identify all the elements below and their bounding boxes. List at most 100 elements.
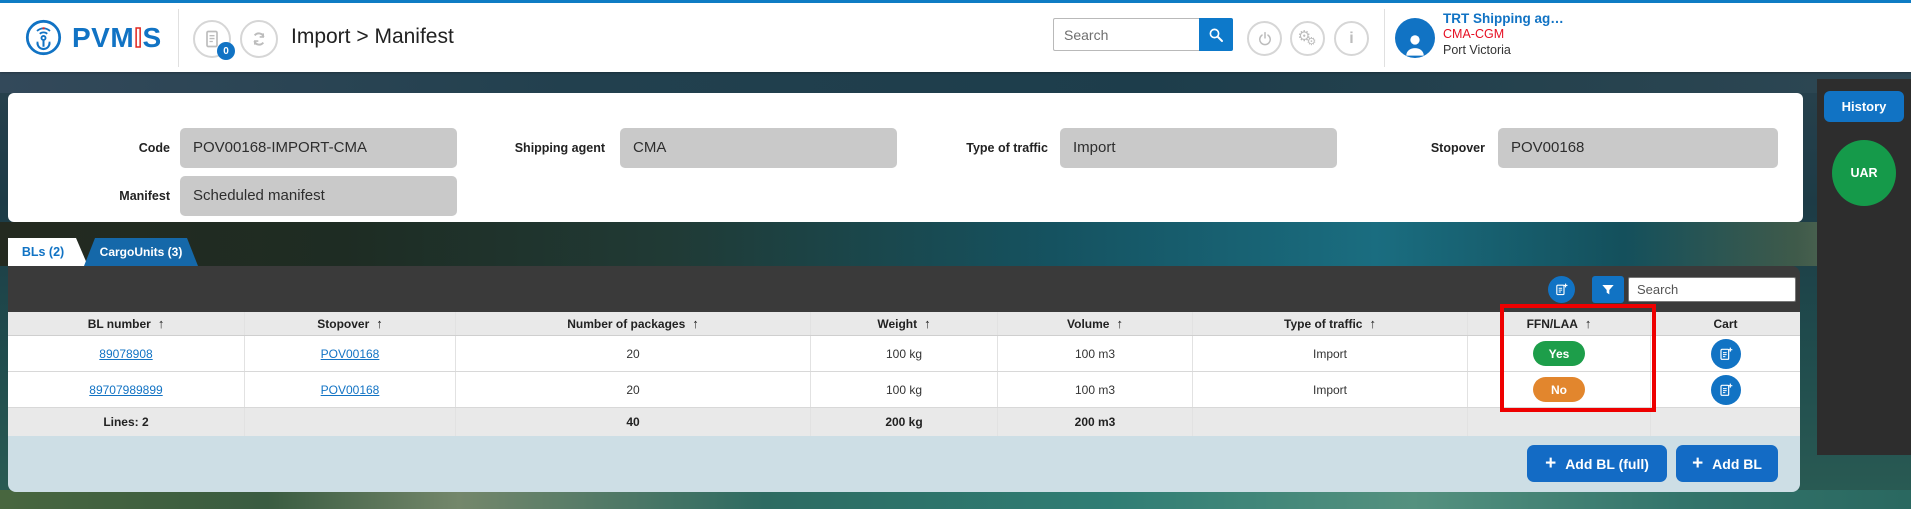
manifest-details-card: Code POV00168-IMPORT-CMA Shipping agent …: [8, 93, 1803, 222]
stopover-input[interactable]: POV00168: [1498, 128, 1778, 168]
packages-value: 20: [456, 336, 811, 371]
tab-bls[interactable]: BLs (2): [8, 238, 88, 266]
col-header-volume[interactable]: Volume↑: [998, 312, 1193, 335]
global-search-button[interactable]: [1199, 18, 1233, 51]
note-add-icon: [1718, 346, 1734, 362]
documents-count-badge: 0: [217, 42, 235, 60]
field-type-of-traffic: Type of traffic Import: [918, 128, 1337, 168]
shipping-agent-label: Shipping agent: [475, 141, 605, 155]
table-row: 89707989899 POV00168 20 100 kg 100 m3 Im…: [8, 372, 1800, 408]
user-name: TRT Shipping ag…: [1443, 10, 1564, 27]
col-header-ffn-laa[interactable]: FFN/LAA↑: [1468, 312, 1651, 335]
add-bl-full-button[interactable]: + Add BL (full): [1527, 445, 1667, 482]
note-add-icon: [1718, 382, 1734, 398]
volume-value: 100 m3: [998, 372, 1193, 407]
traffic-value: Import: [1193, 372, 1468, 407]
code-input[interactable]: POV00168-IMPORT-CMA: [180, 128, 457, 168]
header-divider: [178, 9, 179, 67]
user-location: Port Victoria: [1443, 43, 1564, 59]
field-stopover: Stopover POV00168: [1365, 128, 1778, 168]
bl-number-link[interactable]: 89707989899: [89, 383, 162, 397]
add-to-cart-button[interactable]: [1711, 339, 1741, 369]
shipping-agent-input[interactable]: CMA: [620, 128, 897, 168]
page-title: Import > Manifest: [291, 25, 454, 49]
bl-table-panel: BL number↑ Stopover↑ Number of packages↑…: [8, 266, 1800, 492]
manifest-label: Manifest: [46, 189, 170, 203]
plus-icon: +: [1545, 454, 1556, 473]
stopover-link[interactable]: POV00168: [321, 383, 380, 397]
refresh-icon: [249, 29, 269, 49]
manifest-input[interactable]: Scheduled manifest: [180, 176, 457, 216]
col-header-cart: Cart: [1651, 312, 1800, 335]
person-icon: [1401, 30, 1429, 58]
type-of-traffic-input[interactable]: Import: [1060, 128, 1337, 168]
packages-value: 20: [456, 372, 811, 407]
col-header-stopover[interactable]: Stopover↑: [245, 312, 456, 335]
type-of-traffic-label: Type of traffic: [918, 141, 1048, 155]
add-bl-button[interactable]: + Add BL: [1676, 445, 1778, 482]
weight-total: 200 kg: [811, 408, 998, 436]
table-header-row: BL number↑ Stopover↑ Number of packages↑…: [8, 312, 1800, 336]
weight-value: 100 kg: [811, 372, 998, 407]
code-label: Code: [46, 141, 170, 155]
table-footer-row: Lines: 2 40 200 kg 200 m3: [8, 408, 1800, 436]
table-row: 89078908 POV00168 20 100 kg 100 m3 Impor…: [8, 336, 1800, 372]
sort-arrow-icon[interactable]: ↑: [158, 316, 165, 331]
power-icon: [1256, 30, 1274, 48]
ffn-laa-badge: Yes: [1533, 341, 1585, 366]
weight-value: 100 kg: [811, 336, 998, 371]
table-actions-strip: + Add BL (full) + Add BL: [8, 436, 1800, 492]
col-header-packages[interactable]: Number of packages↑: [456, 312, 811, 335]
field-shipping-agent: Shipping agent CMA: [475, 128, 897, 168]
traffic-value: Import: [1193, 336, 1468, 371]
history-button[interactable]: History: [1824, 91, 1904, 122]
ffn-laa-badge: No: [1533, 377, 1585, 402]
field-manifest: Manifest Scheduled manifest: [46, 176, 457, 216]
stopover-link[interactable]: POV00168: [321, 347, 380, 361]
user-info[interactable]: TRT Shipping ag… CMA-CGM Port Victoria: [1443, 10, 1564, 59]
uar-status-circle[interactable]: UAR: [1832, 140, 1896, 206]
filter-button[interactable]: [1592, 276, 1624, 303]
sort-arrow-icon[interactable]: ↑: [692, 316, 699, 331]
table-toolbar: [8, 266, 1800, 312]
gears-icon: ⚙ ⚙: [1298, 29, 1318, 49]
pvmis-anchor-logo-icon: [25, 19, 62, 56]
user-avatar[interactable]: [1395, 18, 1435, 58]
add-to-cart-button[interactable]: [1711, 375, 1741, 405]
sort-arrow-icon[interactable]: ↑: [1369, 316, 1376, 331]
filter-funnel-icon: [1600, 282, 1616, 298]
global-search: [1053, 18, 1233, 51]
note-add-icon: [1554, 282, 1569, 297]
refresh-button[interactable]: [240, 20, 278, 58]
plus-icon: +: [1692, 454, 1703, 473]
sort-arrow-icon[interactable]: ↑: [924, 316, 931, 331]
sort-arrow-icon[interactable]: ↑: [1585, 316, 1592, 331]
sort-arrow-icon[interactable]: ↑: [376, 316, 383, 331]
stopover-label: Stopover: [1365, 141, 1485, 155]
lines-total: Lines: 2: [8, 408, 245, 436]
documents-button[interactable]: 0: [193, 20, 231, 58]
background-photo-sky: [0, 72, 1911, 93]
settings-button[interactable]: ⚙ ⚙: [1290, 21, 1325, 56]
col-header-bl-number[interactable]: BL number↑: [8, 312, 245, 335]
sort-arrow-icon[interactable]: ↑: [1116, 316, 1123, 331]
right-side-panel: History UAR: [1817, 79, 1911, 455]
volume-value: 100 m3: [998, 336, 1193, 371]
packages-total: 40: [456, 408, 811, 436]
logout-button[interactable]: [1247, 21, 1282, 56]
bl-number-link[interactable]: 89078908: [99, 347, 152, 361]
global-search-input[interactable]: [1053, 18, 1199, 51]
edit-bl-button[interactable]: [1548, 276, 1575, 303]
brand[interactable]: PVMIS: [25, 19, 162, 56]
background-photo-marina: [0, 490, 1911, 509]
info-button[interactable]: i: [1334, 21, 1369, 56]
col-header-type-of-traffic[interactable]: Type of traffic↑: [1193, 312, 1468, 335]
top-header: PVMIS 0 Import > Manifest: [0, 0, 1911, 72]
tab-cargounits[interactable]: CargoUnits (3): [84, 238, 198, 266]
background-photo-shore: [0, 222, 1911, 266]
user-company: CMA-CGM: [1443, 27, 1564, 43]
field-code: Code POV00168-IMPORT-CMA: [46, 128, 457, 168]
col-header-weight[interactable]: Weight↑: [811, 312, 998, 335]
table-search-input[interactable]: [1628, 277, 1796, 302]
brand-name: PVMIS: [72, 22, 162, 54]
